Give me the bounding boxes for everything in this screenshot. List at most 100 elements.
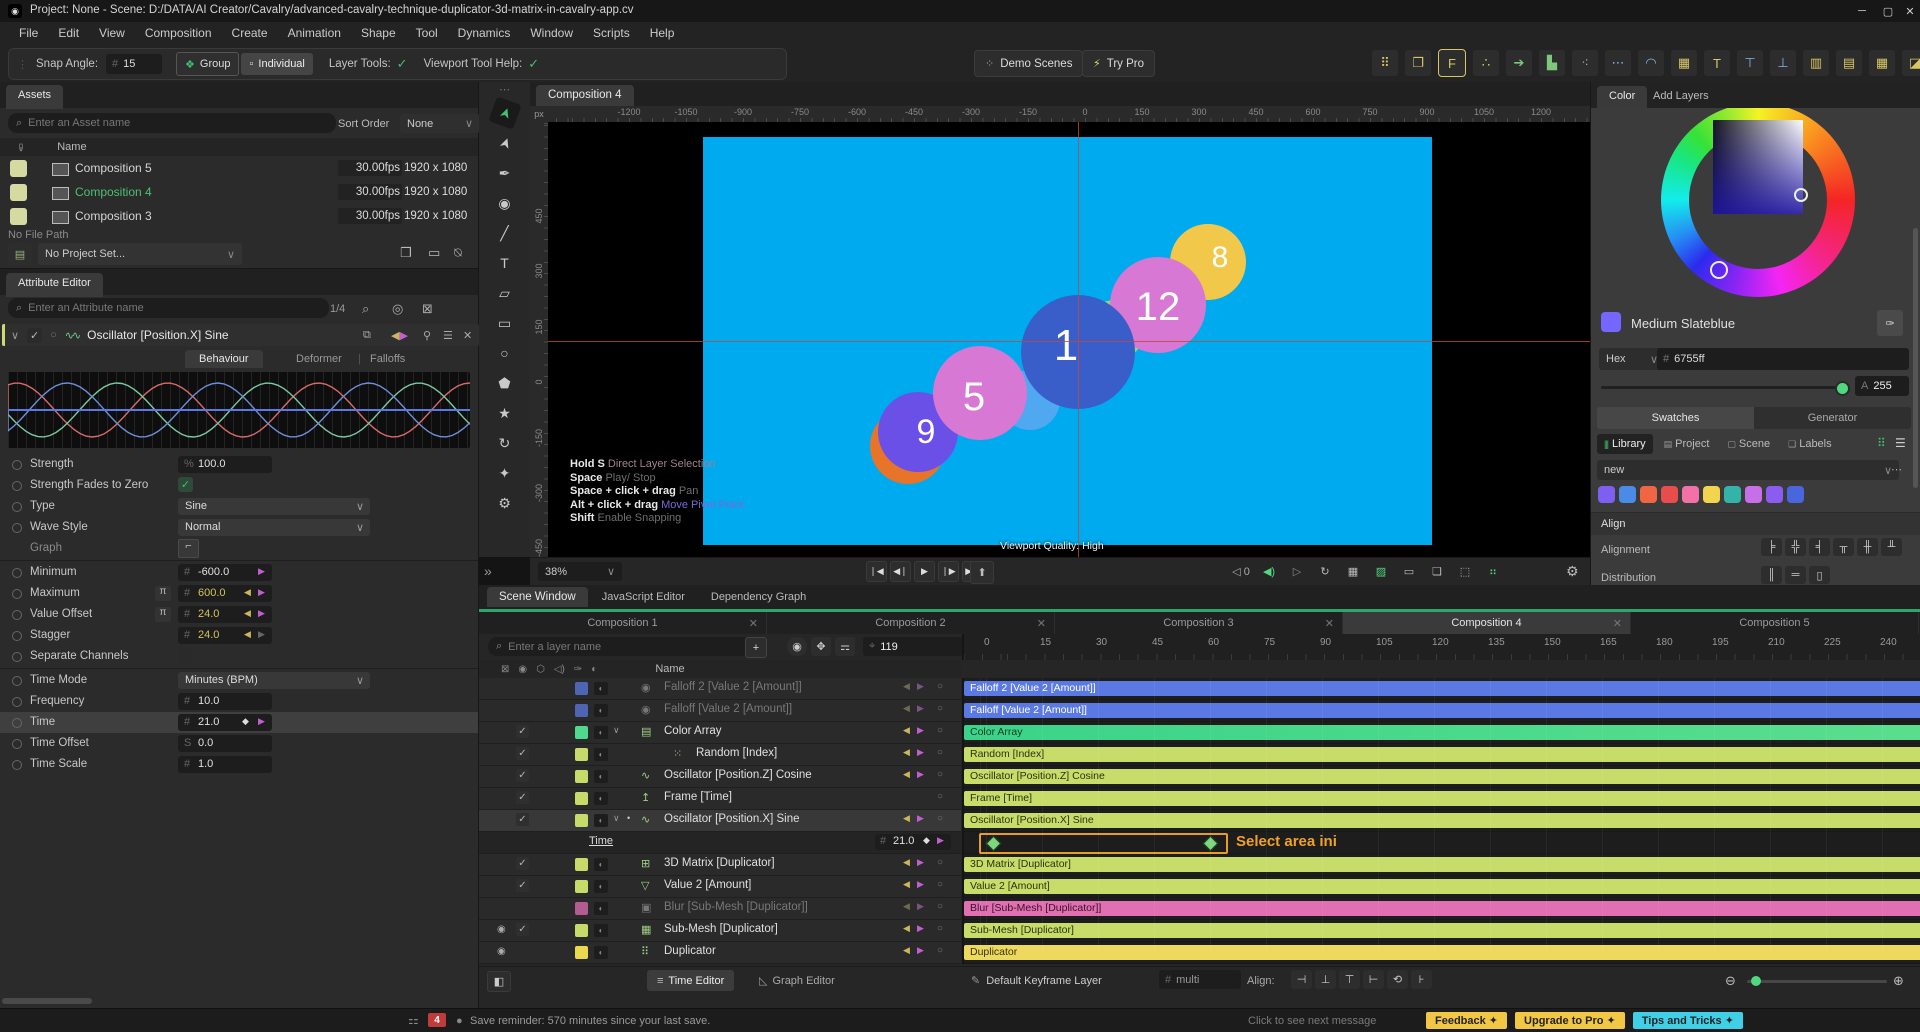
keyframe-next-icon[interactable]: ▶ <box>917 725 924 736</box>
attribute-value-field[interactable]: #10.0 <box>178 693 272 710</box>
attribute-dot-icon[interactable] <box>12 631 22 641</box>
close-tab-icon[interactable]: ✕ <box>1613 617 1622 630</box>
track-row[interactable]: Sub-Mesh [Duplicator] <box>964 920 1920 942</box>
timeline-ruler[interactable]: 0153045607590105120135150165180195210225… <box>962 634 1920 660</box>
tab-attribute-editor[interactable]: Attribute Editor <box>6 273 103 297</box>
keyframe-prev-icon[interactable]: ◀ <box>903 857 910 868</box>
track-bar[interactable]: Oscillator [Position.X] Sine <box>964 813 1920 828</box>
loop-icon[interactable]: ↻ <box>1314 561 1336 581</box>
pi-button[interactable]: π <box>155 586 171 601</box>
comp-tab-composition-4[interactable]: Composition 4✕ <box>1343 612 1631 634</box>
maximize-button[interactable]: ▢ <box>1876 0 1900 22</box>
pentagon-tool[interactable]: ⬟ <box>492 370 518 396</box>
move-anchor-icon[interactable]: ✥ <box>811 637 831 656</box>
tab-add-layers[interactable]: Add Layers <box>1653 90 1709 102</box>
layer-enabled-checkbox[interactable]: ✓ <box>516 813 529 826</box>
align-op-icon[interactable]: ⊥ <box>1315 970 1336 989</box>
attribute-dropdown[interactable]: Minutes (BPM)∨ <box>178 672 370 689</box>
attribute-dot-icon[interactable] <box>12 610 22 620</box>
color-swatch[interactable] <box>1598 486 1615 503</box>
stopwatch-icon[interactable]: ○ <box>937 923 943 934</box>
layer-color-swatch[interactable] <box>575 814 588 827</box>
track-row[interactable]: Falloff 2 [Value 2 [Amount]] <box>964 678 1920 700</box>
attribute-search-input[interactable]: ⌕ Enter an Attribute name <box>8 298 329 318</box>
attribute-dot-icon[interactable] <box>12 697 22 707</box>
keyframe-prev-icon[interactable]: ◀ <box>903 747 910 758</box>
layer-badge[interactable]: ◐ <box>594 792 608 805</box>
stopwatch-icon[interactable]: ○ <box>937 769 943 780</box>
keyframe-prev-icon[interactable]: ◀ <box>903 681 910 692</box>
swatch-set-dropdown[interactable]: new∨ <box>1597 460 1899 480</box>
console-icon[interactable]: ⚏ <box>408 1013 419 1027</box>
asset-row[interactable]: Composition 330.00fps1920 x 1080 <box>0 204 478 228</box>
rotate-tool[interactable]: ↻ <box>492 430 518 456</box>
keyframe-next-icon[interactable]: ▶ <box>917 945 924 956</box>
layer-badge[interactable]: ◐ <box>594 704 608 717</box>
color-swatch[interactable] <box>1787 486 1804 503</box>
visibility-eye-icon[interactable]: ◉ <box>497 946 506 957</box>
distribution-icon[interactable]: ║ <box>1761 566 1782 584</box>
circle-5[interactable]: 5 <box>933 346 1027 440</box>
alignment-icon[interactable]: ╥ <box>1833 538 1854 556</box>
graph-view-icon[interactable]: ⧉ <box>363 329 371 342</box>
expander-chevron-icon[interactable]: ∨ <box>613 725 620 736</box>
layer-color-swatch[interactable] <box>575 748 588 761</box>
keyframe-next-icon[interactable]: ▶ <box>917 769 924 780</box>
tab-deformer[interactable]: Deformer <box>296 353 342 365</box>
skip-start-button[interactable]: ❘◀ <box>866 561 887 582</box>
color-panel-scrollbar[interactable] <box>1913 228 1918 488</box>
monitor-icon[interactable]: ▭ <box>428 245 440 261</box>
monitor-view-icon[interactable]: ▭ <box>1398 561 1420 581</box>
tips-tricks-button[interactable]: Tips and Tricks ✦ <box>1633 1012 1743 1029</box>
alpha-field[interactable]: A 255 <box>1855 376 1909 396</box>
track-row[interactable]: Oscillator [Position.Z] Cosine <box>964 766 1920 788</box>
layer-row[interactable]: ✓◐∨▤Color Array◀▶○ <box>479 722 961 744</box>
collapse-chevron-icon[interactable]: ∨ <box>11 329 19 342</box>
columns-icon[interactable]: ▥ <box>1803 50 1829 76</box>
layer-row[interactable]: ◉◐⠿Duplicator◀▶○ <box>479 942 961 964</box>
layer-color-swatch[interactable] <box>575 880 588 893</box>
step-back-button[interactable]: ◀❘ <box>890 561 911 582</box>
time-sub-field[interactable]: #21.0◆▶ <box>875 834 951 850</box>
keyframe-prev-icon[interactable]: ◀ <box>244 587 251 598</box>
asset-row[interactable]: Composition 430.00fps1920 x 1080 <box>0 180 478 204</box>
snap-angle-field[interactable]: # 15 <box>106 54 162 74</box>
layer-row[interactable]: ✓◐⊞3D Matrix [Duplicator]◀▶○ <box>479 854 961 876</box>
stopwatch-icon[interactable]: ○ <box>937 857 943 868</box>
layer-row[interactable]: Time#21.0◆▶ <box>479 832 961 854</box>
table-icon[interactable]: ▦ <box>1671 50 1697 76</box>
hex-field[interactable]: # 6755ff <box>1657 348 1909 370</box>
comp-tab-composition-2[interactable]: Composition 2✕ <box>767 612 1055 634</box>
attribute-dropdown[interactable]: Normal∨ <box>178 519 370 536</box>
attribute-value-field[interactable]: %100.0 <box>178 456 272 473</box>
alignment-icon[interactable]: ╡ <box>1809 538 1830 556</box>
attribute-value-field[interactable]: #600.0◀▶ <box>178 585 272 602</box>
stopwatch-icon[interactable]: ○ <box>937 901 943 912</box>
visibility-eye-icon[interactable]: ◉ <box>497 924 506 935</box>
snap-dots-icon[interactable]: ⠶ <box>1482 561 1504 581</box>
pin-icon[interactable]: ⚲ <box>423 329 431 342</box>
track-bar[interactable]: Blur [Sub-Mesh [Duplicator]] <box>964 901 1920 916</box>
attribute-value-field[interactable]: #1.0 <box>178 756 272 773</box>
pen-tool[interactable]: ✒ <box>492 160 518 186</box>
keyframe-diamond-icon[interactable]: ◆ <box>242 716 249 727</box>
track-bar[interactable]: Falloff 2 [Value 2 [Amount]] <box>964 681 1920 696</box>
pi-button[interactable]: π <box>155 607 171 622</box>
library-tab-library[interactable]: |||Library <box>1597 434 1653 454</box>
tab-color[interactable]: Color <box>1597 86 1647 109</box>
attribute-dot-icon[interactable] <box>12 481 22 491</box>
asset-row[interactable]: Composition 530.00fps1920 x 1080 <box>0 156 478 180</box>
transform-tool[interactable]: ▱ <box>492 280 518 306</box>
layer-color-swatch[interactable] <box>575 946 588 959</box>
color-swatch[interactable] <box>1745 486 1762 503</box>
menu-item-edit[interactable]: Edit <box>49 23 88 43</box>
attribute-dot-icon[interactable] <box>12 589 22 599</box>
layer-color-swatch[interactable] <box>575 726 588 739</box>
track-bar[interactable]: Color Array <box>964 725 1920 740</box>
attribute-dot-icon[interactable] <box>12 718 22 728</box>
alignment-icon[interactable]: ╬ <box>1785 538 1806 556</box>
keyframe-next-icon[interactable]: ▶ <box>917 879 924 890</box>
comp-tab-composition-3[interactable]: Composition 3✕ <box>1055 612 1343 634</box>
track-row[interactable]: Random [Index] <box>964 744 1920 766</box>
distribution-icon[interactable]: ▯ <box>1809 566 1830 584</box>
